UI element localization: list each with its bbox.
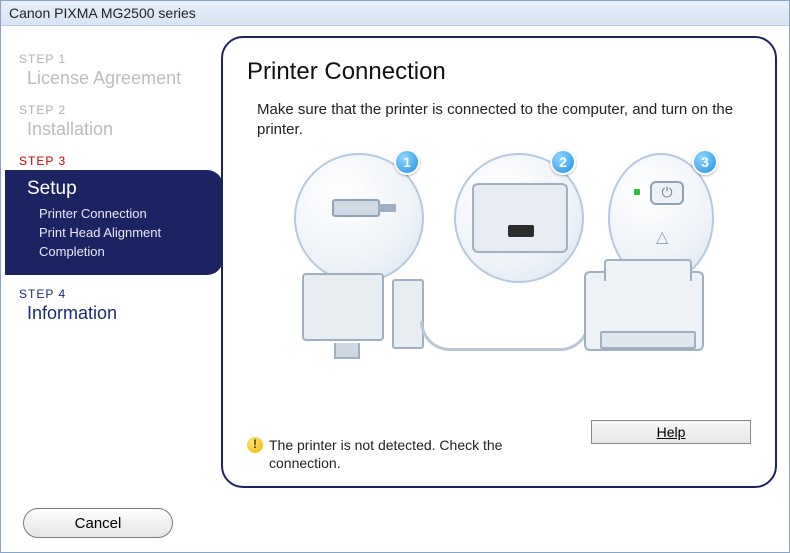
step-title-1: License Agreement	[27, 68, 215, 89]
installer-window: Canon PIXMA MG2500 series STEP 1 License…	[0, 0, 790, 553]
step-title-3: Setup	[27, 178, 209, 200]
substep-print-head-alignment: Print Head Alignment	[39, 225, 209, 240]
step-tag-2: STEP 2	[19, 103, 215, 117]
pc-tower-icon	[392, 279, 424, 349]
power-panel-icon: ⏻ △	[620, 175, 700, 267]
window-body: STEP 1 License Agreement STEP 2 Installa…	[1, 26, 789, 502]
step-tag-3: STEP 3	[19, 154, 215, 168]
status-text: The printer is not detected. Check the c…	[269, 436, 517, 472]
substep-completion: Completion	[39, 244, 209, 259]
alert-triangle-icon: △	[656, 227, 668, 247]
current-step-block: Setup Printer Connection Print Head Alig…	[5, 170, 223, 275]
step-title-2: Installation	[27, 119, 215, 140]
usb-cable-icon	[420, 321, 590, 351]
power-button-icon: ⏻	[650, 181, 684, 205]
content-panel: Printer Connection Make sure that the pr…	[221, 36, 777, 488]
usb-plug-icon	[332, 199, 380, 217]
power-led-icon	[634, 189, 640, 195]
help-button[interactable]: Help	[591, 420, 751, 444]
monitor-icon	[302, 273, 384, 341]
page-heading: Printer Connection	[247, 58, 751, 86]
substep-printer-connection: Printer Connection	[39, 206, 209, 221]
step-badge-2: 2	[550, 149, 576, 175]
cancel-button[interactable]: Cancel	[23, 508, 173, 538]
footer: Cancel	[1, 502, 789, 552]
connection-illustration: ⏻ △ 1 2 3	[284, 153, 714, 363]
step-tag-4: STEP 4	[19, 287, 215, 301]
printer-icon	[584, 271, 704, 351]
step-title-4: Information	[27, 303, 215, 324]
instruction-text: Make sure that the printer is connected …	[257, 100, 751, 141]
wizard-sidebar: STEP 1 License Agreement STEP 2 Installa…	[5, 36, 215, 502]
step-tag-1: STEP 1	[19, 52, 215, 66]
step-badge-3: 3	[692, 149, 718, 175]
status-row: ! The printer is not detected. Check the…	[247, 436, 751, 472]
printer-back-icon	[472, 183, 568, 253]
window-title: Canon PIXMA MG2500 series	[9, 5, 196, 21]
step-badge-1: 1	[394, 149, 420, 175]
status-message: ! The printer is not detected. Check the…	[247, 436, 517, 472]
window-titlebar: Canon PIXMA MG2500 series	[1, 1, 789, 26]
warning-icon: !	[247, 437, 263, 453]
